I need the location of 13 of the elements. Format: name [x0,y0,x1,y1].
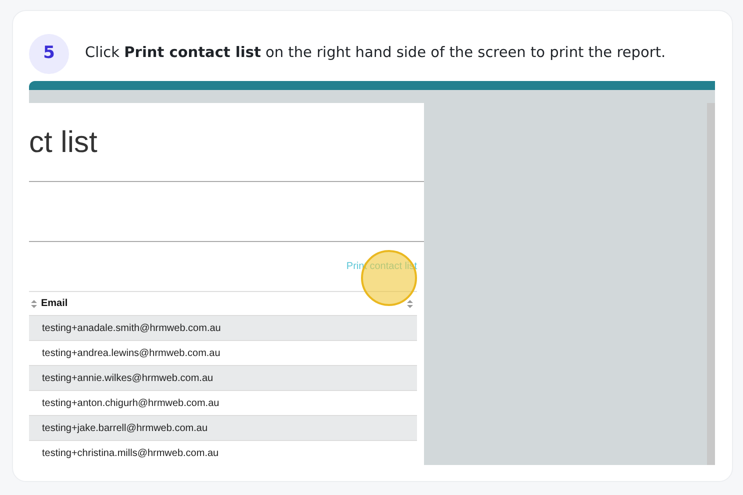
table-cell-text: testing+christina.mills@hrmweb.com.au [42,446,219,460]
table-cell-text: testing+anadale.smith@hrmweb.com.au [42,322,221,336]
sort-icon[interactable] [407,300,413,308]
table-cell-text: testing+annie.wilkes@hrmweb.com.au [42,372,214,386]
table-cell-text: testing+anton.chigurh@hrmweb.com.au [42,396,220,410]
page-title: ct list [29,124,98,160]
step-number: 5 [29,34,69,74]
column-header[interactable]: Email [41,296,68,311]
scrollbar[interactable] [707,103,715,465]
table-cell-text: testing+andrea.lewins@hrmweb.com.au [42,346,220,360]
table-cell-text: testing+jake.barrell@hrmweb.com.au [42,422,208,436]
sort-icon[interactable] [31,300,37,308]
instruction-text: Click Print contact list on the right hand side of the screen to print the report. [85,44,666,63]
